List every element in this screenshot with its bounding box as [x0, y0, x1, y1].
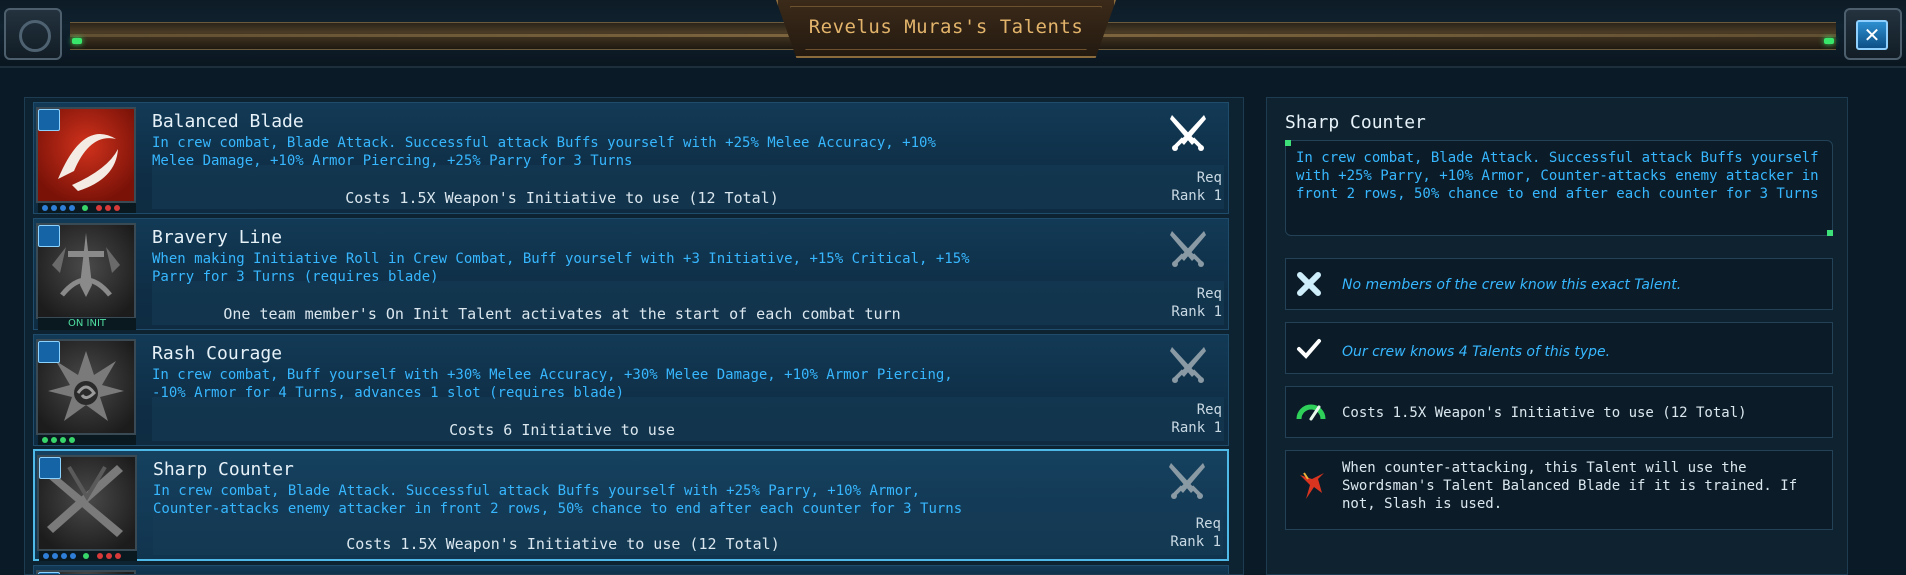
rank-requirement: Req Rank 1	[1170, 516, 1221, 550]
crossed-swords-icon	[1170, 347, 1206, 383]
talent-row-rash-courage[interactable]: Rash Courage In crew combat, Buff yourse…	[33, 334, 1229, 446]
talent-list[interactable]: Balanced Blade In crew combat, Blade Att…	[24, 97, 1244, 575]
cost-info: Costs 1.5X Weapon's Initiative to use (1…	[1285, 386, 1833, 438]
on-init-badge: ON INIT	[38, 318, 136, 330]
balanced-blade-icon	[36, 107, 136, 203]
rank-pips	[39, 551, 137, 561]
talent-name: Balanced Blade	[152, 111, 304, 132]
talent-description: In crew combat, Buff yourself with +30% …	[152, 367, 953, 401]
talent-name: Bravery Line	[152, 227, 283, 248]
rank-requirement: Req Rank 1	[1171, 286, 1222, 320]
talent-cost: Costs 6 Initiative to use	[449, 421, 675, 439]
rank-requirement: Req Rank 1	[1171, 402, 1222, 436]
crossed-swords-icon	[1170, 115, 1206, 151]
blade-type-icon	[39, 457, 61, 479]
blade-type-icon	[38, 225, 60, 247]
rank-requirement: Req Rank 1	[1171, 170, 1222, 204]
status-light-icon	[72, 38, 82, 44]
rank-pips	[38, 435, 136, 445]
menu-button[interactable]	[4, 8, 62, 60]
talent-detail-panel: Sharp Counter In crew combat, Blade Atta…	[1266, 97, 1848, 575]
crew-knows-info: Our crew knows 4 Talents of this type.	[1285, 322, 1833, 374]
talent-cost: Costs 1.5X Weapon's Initiative to use (1…	[345, 189, 779, 207]
title-plate: Revelus Muras's Talents	[776, 0, 1116, 58]
talent-cost: One team member's On Init Talent activat…	[223, 305, 901, 323]
rash-courage-icon	[36, 339, 136, 435]
detail-description: In crew combat, Blade Attack. Successful…	[1296, 150, 1819, 202]
status-light-icon	[1824, 38, 1834, 44]
blade-type-icon	[38, 109, 60, 131]
blade-type-icon	[38, 341, 60, 363]
window-title-bar: ✕ Revelus Muras's Talents	[0, 0, 1906, 68]
initiative-gauge-icon	[1296, 404, 1326, 421]
counter-attack-icon	[1300, 472, 1324, 499]
circle-icon	[19, 20, 51, 52]
talent-description: In crew combat, Blade Attack. Successful…	[152, 135, 936, 169]
counter-note-info: When counter-attacking, this Talent will…	[1285, 450, 1833, 530]
window-title: Revelus Muras's Talents	[808, 16, 1084, 38]
detail-title: Sharp Counter	[1285, 112, 1426, 133]
talent-cost: Costs 1.5X Weapon's Initiative to use (1…	[346, 535, 780, 553]
crossed-swords-icon	[1170, 231, 1206, 267]
talent-row-partial[interactable]	[33, 565, 1229, 574]
sharp-counter-icon	[37, 455, 137, 551]
crew-unknown-info: No members of the crew know this exact T…	[1285, 258, 1833, 310]
checkmark-icon	[1297, 339, 1321, 359]
talent-description: In crew combat, Blade Attack. Successful…	[153, 483, 963, 517]
talent-row-balanced-blade[interactable]: Balanced Blade In crew combat, Blade Att…	[33, 102, 1229, 214]
talent-name: Sharp Counter	[153, 459, 294, 480]
crossed-swords-icon	[1169, 463, 1205, 499]
bravery-line-icon	[36, 223, 136, 319]
talent-name: Rash Courage	[152, 343, 283, 364]
talent-row-bravery-line[interactable]: ON INIT Bravery Line When making Initiat…	[33, 218, 1229, 330]
talent-description: When making Initiative Roll in Crew Comb…	[152, 251, 970, 285]
talent-row-sharp-counter[interactable]: Sharp Counter In crew combat, Blade Atta…	[33, 449, 1229, 561]
cross-icon	[1297, 272, 1321, 296]
rank-pips	[38, 203, 136, 213]
close-button[interactable]: ✕	[1856, 20, 1888, 50]
close-button-frame: ✕	[1844, 8, 1902, 60]
detail-description-box: In crew combat, Blade Attack. Successful…	[1285, 140, 1833, 236]
